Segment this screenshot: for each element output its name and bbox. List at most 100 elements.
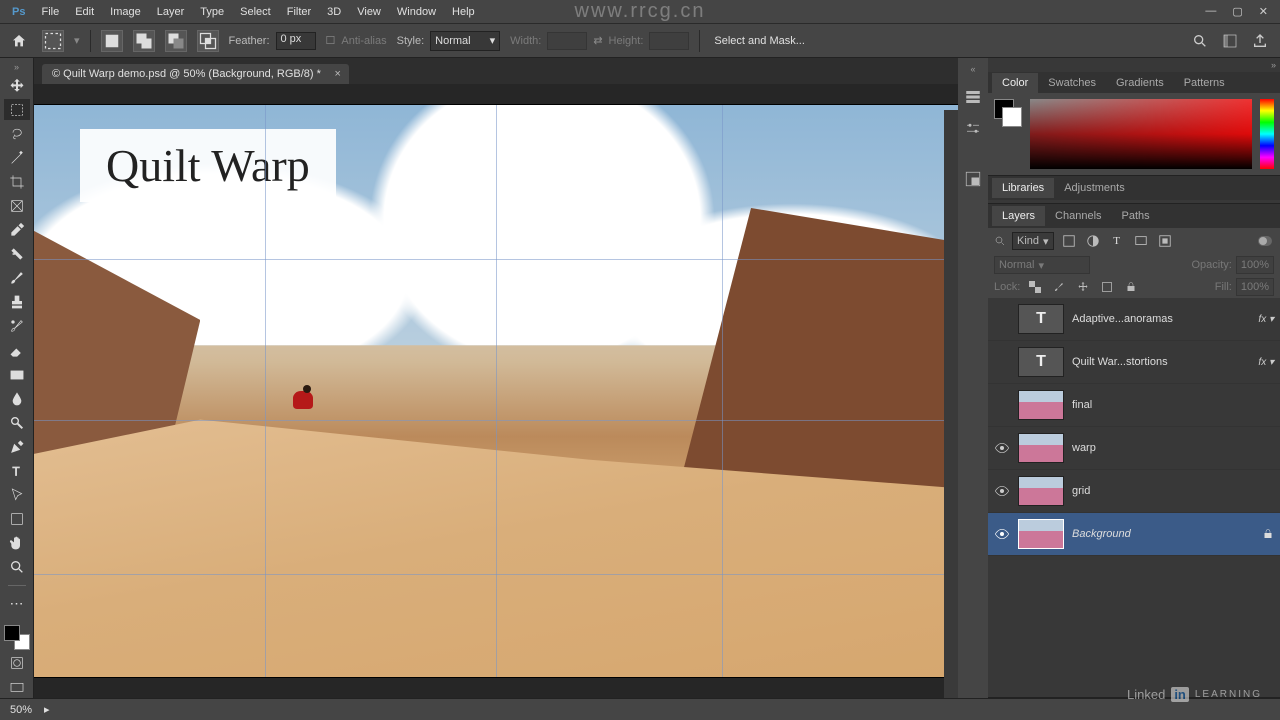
feather-input[interactable]: 0 px (276, 32, 316, 50)
selection-new-icon[interactable] (101, 30, 123, 52)
doc-info-toggle[interactable]: ▸ (44, 703, 50, 716)
pen-tool[interactable] (4, 436, 30, 457)
color-foreground-background[interactable] (994, 99, 1022, 127)
filter-type-icon[interactable]: T (1108, 232, 1126, 250)
blend-mode-select[interactable]: Normal▾ (994, 256, 1090, 274)
visibility-icon[interactable] (994, 397, 1010, 413)
select-and-mask-button[interactable]: Select and Mask... (710, 35, 805, 47)
stamp-tool[interactable] (4, 292, 30, 313)
menu-filter[interactable]: Filter (279, 3, 319, 21)
dodge-tool[interactable] (4, 412, 30, 433)
layer-row[interactable]: warp (988, 427, 1280, 470)
lock-pos-icon[interactable] (1074, 278, 1092, 296)
layer-row[interactable]: Background (988, 513, 1280, 556)
workspace-icon[interactable] (1222, 33, 1238, 49)
hand-tool[interactable] (4, 533, 30, 554)
canvas[interactable]: Quilt Warp (34, 105, 958, 677)
screenmode-icon[interactable] (4, 677, 30, 698)
visibility-icon[interactable] (994, 526, 1010, 542)
tab-libraries[interactable]: Libraries (992, 178, 1054, 198)
menu-window[interactable]: Window (389, 3, 444, 21)
visibility-icon[interactable] (994, 483, 1010, 499)
history-brush-tool[interactable] (4, 316, 30, 337)
menu-select[interactable]: Select (232, 3, 279, 21)
dock-expand-icon[interactable]: « (970, 64, 975, 74)
selection-add-icon[interactable] (133, 30, 155, 52)
tab-color[interactable]: Color (992, 73, 1038, 93)
tab-gradients[interactable]: Gradients (1106, 73, 1174, 93)
filter-toggle[interactable] (1256, 232, 1274, 250)
eraser-tool[interactable] (4, 340, 30, 361)
shape-tool[interactable] (4, 509, 30, 530)
path-select-tool[interactable] (4, 485, 30, 506)
marquee-tool-icon[interactable] (42, 30, 64, 52)
visibility-icon[interactable] (994, 311, 1010, 327)
menu-view[interactable]: View (349, 3, 389, 21)
history-panel-icon[interactable] (964, 88, 982, 106)
lasso-tool[interactable] (4, 123, 30, 144)
minimize-icon[interactable]: — (1205, 5, 1216, 18)
layer-row[interactable]: final (988, 384, 1280, 427)
lock-trans-icon[interactable] (1026, 278, 1044, 296)
menu-type[interactable]: Type (192, 3, 232, 21)
filter-adjust-icon[interactable] (1084, 232, 1102, 250)
fx-badge[interactable]: fx ▾ (1258, 357, 1274, 368)
menu-image[interactable]: Image (102, 3, 149, 21)
fx-badge[interactable]: fx ▾ (1258, 314, 1274, 325)
menu-help[interactable]: Help (444, 3, 483, 21)
heal-tool[interactable] (4, 244, 30, 265)
layer-row[interactable]: T Adaptive...anoramas fx ▾ (988, 298, 1280, 341)
frame-tool[interactable] (4, 195, 30, 216)
eyedropper-tool[interactable] (4, 220, 30, 241)
brush-tool[interactable] (4, 268, 30, 289)
blur-tool[interactable] (4, 388, 30, 409)
menu-file[interactable]: File (33, 3, 67, 21)
wand-tool[interactable] (4, 147, 30, 168)
filter-smart-icon[interactable] (1156, 232, 1174, 250)
tab-patterns[interactable]: Patterns (1174, 73, 1235, 93)
close-icon[interactable]: ✕ (1259, 5, 1268, 18)
color-picker-field[interactable] (1030, 99, 1252, 169)
move-tool[interactable] (4, 75, 30, 96)
close-tab-icon[interactable]: × (334, 68, 340, 80)
tab-layers[interactable]: Layers (992, 206, 1045, 226)
expand-tools-icon[interactable]: » (14, 62, 19, 72)
opacity-input[interactable]: 100% (1236, 256, 1274, 274)
fill-input[interactable]: 100% (1236, 278, 1274, 296)
layer-filter-select[interactable]: Kind▾ (1012, 232, 1054, 250)
lock-all-icon[interactable] (1122, 278, 1140, 296)
collapse-icon[interactable]: » (1271, 60, 1276, 70)
zoom-tool[interactable] (4, 557, 30, 578)
lock-nest-icon[interactable] (1098, 278, 1116, 296)
menu-3d[interactable]: 3D (319, 3, 349, 21)
filter-pixel-icon[interactable] (1060, 232, 1078, 250)
tab-paths[interactable]: Paths (1112, 206, 1160, 226)
tab-channels[interactable]: Channels (1045, 206, 1111, 226)
tab-swatches[interactable]: Swatches (1038, 73, 1106, 93)
layer-row[interactable]: grid (988, 470, 1280, 513)
marquee-tool[interactable] (4, 99, 30, 120)
share-icon[interactable] (1252, 33, 1268, 49)
gradient-tool[interactable] (4, 364, 30, 385)
selection-subtract-icon[interactable] (165, 30, 187, 52)
layer-search-icon[interactable] (994, 235, 1006, 247)
crop-tool[interactable] (4, 171, 30, 192)
tab-adjustments[interactable]: Adjustments (1054, 178, 1135, 198)
selection-intersect-icon[interactable] (197, 30, 219, 52)
search-icon[interactable] (1192, 33, 1208, 49)
visibility-icon[interactable] (994, 440, 1010, 456)
filter-shape-icon[interactable] (1132, 232, 1150, 250)
zoom-level[interactable]: 50% (10, 704, 32, 716)
type-tool[interactable]: T (4, 461, 30, 482)
maximize-icon[interactable]: ▢ (1232, 5, 1242, 18)
visibility-icon[interactable] (994, 354, 1010, 370)
vertical-scrollbar[interactable] (944, 110, 958, 698)
home-button[interactable] (6, 30, 32, 52)
menu-edit[interactable]: Edit (67, 3, 102, 21)
menu-layer[interactable]: Layer (149, 3, 193, 21)
color-swatch[interactable] (4, 625, 30, 650)
layer-row[interactable]: T Quilt War...stortions fx ▾ (988, 341, 1280, 384)
lock-paint-icon[interactable] (1050, 278, 1068, 296)
style-select[interactable]: Normal▾ (430, 31, 500, 51)
quickmask-icon[interactable] (4, 653, 30, 674)
